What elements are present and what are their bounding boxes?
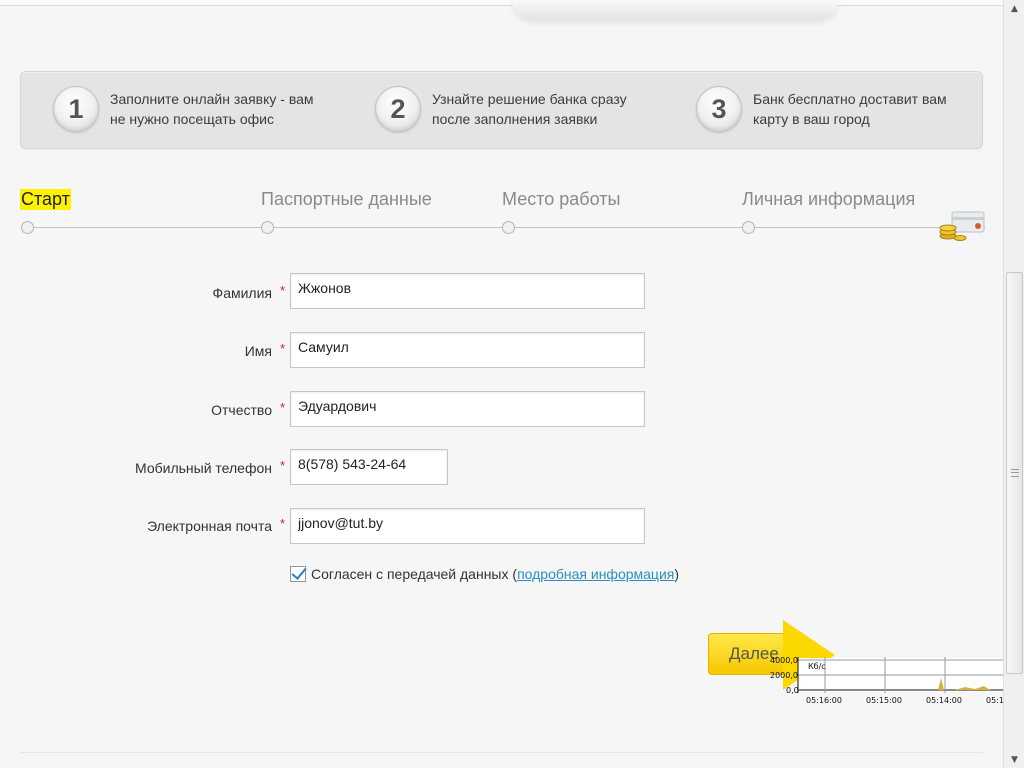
x-tick: 05:15:00 [866, 696, 902, 705]
network-monitor: 4000,0 2000,0 0,0 Кб/с 05:16:00 05:15:00… [770, 652, 1024, 708]
benefits-panel: 1 Заполните онлайн заявку - вам не нужно… [20, 71, 983, 149]
step-number-3-icon: 3 [696, 86, 742, 132]
required-mark: * [280, 341, 286, 356]
required-mark: * [280, 516, 286, 531]
patronymic-field[interactable] [290, 391, 645, 427]
agree-text-before: Согласен с передачей данных ( [311, 566, 518, 582]
y-tick-zero: 0,0 [786, 686, 799, 695]
agree-text-after: ) [674, 566, 680, 582]
scroll-up-icon[interactable]: ▲ [1004, 0, 1024, 17]
y-tick-mid: 2000,0 [770, 671, 798, 680]
unit-label: Кб/с [808, 662, 826, 671]
step-passport[interactable]: Паспортные данные [261, 189, 432, 210]
required-mark: * [280, 458, 286, 473]
vertical-scrollbar[interactable]: ▲ ▼ [1003, 0, 1024, 768]
scroll-down-icon[interactable]: ▼ [1004, 751, 1024, 768]
details-link[interactable]: подробная информация [517, 566, 674, 582]
required-mark: * [280, 283, 286, 298]
benefit-text: Узнайте решение банка сразу после заполн… [432, 91, 627, 127]
name-field[interactable] [290, 332, 645, 368]
step-dot-passport [261, 221, 274, 234]
step-dot-work [502, 221, 515, 234]
bottom-divider [20, 752, 983, 753]
step-number-1-icon: 1 [53, 86, 99, 132]
label-surname: Фамилия [212, 285, 272, 301]
card-coins-icon [939, 211, 985, 241]
email-field[interactable] [290, 508, 645, 544]
x-tick: 05:16:00 [806, 696, 842, 705]
top-tab-decoration [512, 0, 838, 20]
benefit-3: 3 Банк бесплатно доставит вам карту в ва… [696, 86, 973, 132]
grip-icon [1011, 469, 1019, 477]
top-border [0, 0, 1003, 6]
benefit-1: 1 Заполните онлайн заявку - вам не нужно… [53, 86, 330, 132]
step-number-2-icon: 2 [375, 86, 421, 132]
step-dot-personal [742, 221, 755, 234]
benefit-text: Заполните онлайн заявку - вам не нужно п… [110, 91, 314, 127]
x-tick: 05:14:00 [926, 696, 962, 705]
benefit-text: Банк бесплатно доставит вам карту в ваш … [753, 91, 947, 127]
required-mark: * [280, 400, 286, 415]
scroll-thumb[interactable] [1006, 272, 1023, 674]
step-dot-start [21, 221, 34, 234]
agree-row: Согласен с передачей данных ( подробная … [290, 566, 679, 582]
step-work[interactable]: Место работы [502, 189, 620, 210]
label-patronymic: Отчество [211, 402, 272, 418]
benefit-2: 2 Узнайте решение банка сразу после запо… [375, 86, 652, 132]
label-email: Электронная почта [147, 518, 272, 534]
step-personal[interactable]: Личная информация [742, 189, 915, 210]
surname-field[interactable] [290, 273, 645, 309]
label-phone: Мобильный телефон [135, 460, 272, 476]
step-start[interactable]: Старт [20, 189, 71, 210]
agree-checkbox[interactable] [290, 566, 306, 582]
y-tick-top: 4000,0 [770, 656, 798, 665]
label-name: Имя [244, 343, 272, 359]
phone-field[interactable] [290, 449, 448, 485]
